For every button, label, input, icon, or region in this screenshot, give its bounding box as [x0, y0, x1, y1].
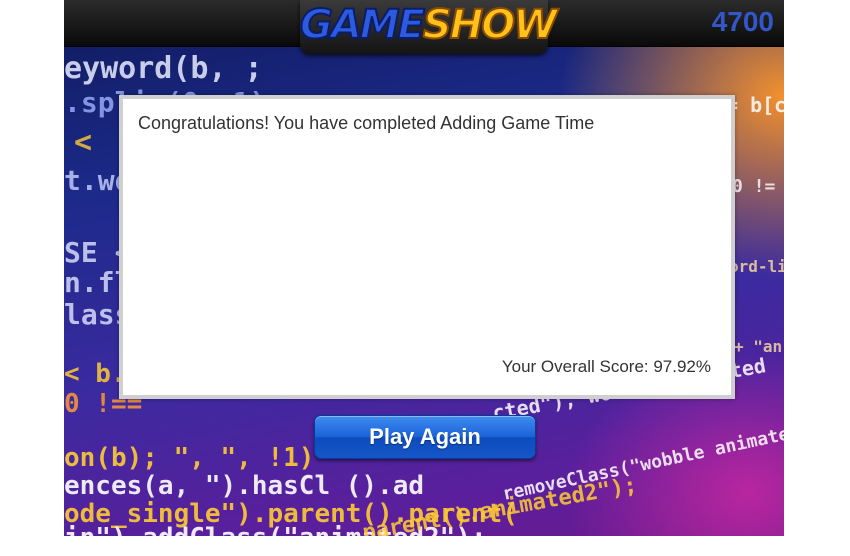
completion-dialog: Congratulations! You have completed Addi…	[119, 95, 735, 399]
game-stage: eyword(b, ; .splic(0, 1); < t.wo SE < n.…	[64, 0, 784, 536]
svg-text:on(b); ", ", !1): on(b); ", ", !1)	[64, 443, 314, 473]
overall-score-text: Your Overall Score: 97.92%	[501, 357, 711, 376]
svg-text:< b.: < b.	[64, 359, 127, 389]
play-again-button[interactable]: Play Again	[314, 415, 536, 459]
svg-text:0 !=: 0 !=	[732, 176, 776, 197]
logo-word-game: GAME	[299, 1, 426, 49]
svg-text:<: <	[74, 125, 92, 160]
game-show-logo: GAMESHOW	[299, 0, 558, 54]
logo-plate: GAMESHOW	[299, 0, 558, 54]
svg-text:eyword(b, ;: eyword(b, ;	[64, 51, 263, 86]
score-display: 4700	[711, 6, 774, 37]
logo-word-show: SHOW	[422, 1, 558, 49]
completion-message: Congratulations! You have completed Addi…	[138, 113, 595, 133]
svg-text:ences(a, ").hasCl ().ad: ences(a, ").hasCl ().ad	[64, 471, 424, 501]
svg-text:ord-li: ord-li	[729, 257, 784, 276]
